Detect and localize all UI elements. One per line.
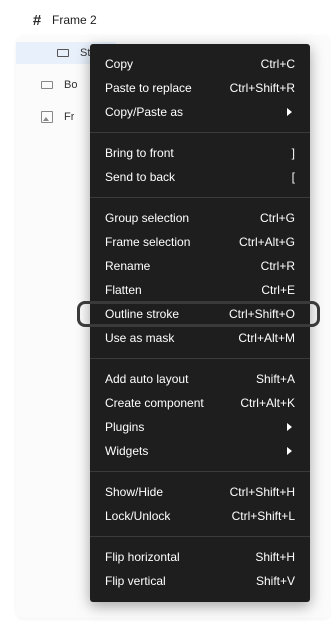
menu-group-clipboard: Copy Ctrl+C Paste to replace Ctrl+Shift+…: [90, 44, 310, 133]
menu-item-label: Widgets: [105, 444, 149, 458]
menu-item-add-auto-layout[interactable]: Add auto layout Shift+A: [90, 367, 310, 391]
context-menu: Copy Ctrl+C Paste to replace Ctrl+Shift+…: [77, 44, 320, 602]
menu-group-visibility: Show/Hide Ctrl+Shift+H Lock/Unlock Ctrl+…: [90, 472, 310, 537]
menu-item-shortcut: Ctrl+E: [261, 283, 295, 297]
submenu-arrow-icon: [287, 447, 292, 455]
menu-item-flip-vertical[interactable]: Flip vertical Shift+V: [90, 569, 310, 593]
menu-item-shortcut: Ctrl+Alt+M: [238, 331, 295, 345]
menu-group-flip: Flip horizontal Shift+H Flip vertical Sh…: [90, 537, 310, 601]
menu-item-label: Send to back: [105, 170, 176, 184]
frame-title: Frame 2: [52, 13, 97, 27]
menu-item-label: Copy: [105, 57, 134, 71]
menu-item-frame-selection[interactable]: Frame selection Ctrl+Alt+G: [90, 230, 310, 254]
menu-item-copy-paste-as[interactable]: Copy/Paste as: [90, 100, 310, 124]
menu-item-lock-unlock[interactable]: Lock/Unlock Ctrl+Shift+L: [90, 504, 310, 528]
menu-item-paste-to-replace[interactable]: Paste to replace Ctrl+Shift+R: [90, 76, 310, 100]
menu-item-label: Flatten: [105, 283, 142, 297]
layer-label: St: [80, 47, 91, 59]
menu-group-components: Add auto layout Shift+A Create component…: [90, 359, 310, 472]
menu-item-shortcut: [: [291, 170, 295, 184]
menu-item-label: Create component: [105, 396, 204, 410]
menu-group-order: Bring to front ] Send to back [: [90, 133, 310, 198]
menu-item-use-as-mask[interactable]: Use as mask Ctrl+Alt+M: [90, 326, 310, 350]
menu-item-shortcut: Shift+H: [255, 550, 295, 564]
menu-item-widgets[interactable]: Widgets: [90, 439, 310, 463]
menu-item-copy[interactable]: Copy Ctrl+C: [90, 52, 310, 76]
menu-item-label: Bring to front: [105, 146, 174, 160]
menu-item-shortcut: Ctrl+C: [260, 57, 295, 71]
menu-item-create-component[interactable]: Create component Ctrl+Alt+K: [90, 391, 310, 415]
menu-item-shortcut: ]: [291, 146, 295, 160]
menu-item-label: Lock/Unlock: [105, 509, 171, 523]
menu-item-shortcut: Ctrl+Shift+R: [229, 81, 295, 95]
submenu-arrow-icon: [287, 423, 292, 431]
rectangle-icon: [56, 46, 70, 60]
menu-group-selection: Group selection Ctrl+G Frame selection C…: [77, 198, 320, 359]
menu-item-label: Paste to replace: [105, 81, 192, 95]
menu-item-shortcut: Ctrl+Shift+H: [229, 485, 295, 499]
menu-item-outline-stroke[interactable]: Outline stroke Ctrl+Shift+O: [77, 301, 320, 327]
menu-item-shortcut: Shift+V: [255, 574, 295, 588]
menu-item-shortcut: Ctrl+G: [259, 211, 295, 225]
menu-item-shortcut: Ctrl+Shift+O: [228, 307, 295, 321]
menu-item-label: Add auto layout: [105, 372, 189, 386]
menu-item-label: Flip vertical: [105, 574, 166, 588]
menu-item-label: Rename: [105, 259, 151, 273]
image-icon: [40, 110, 54, 124]
menu-item-bring-to-front[interactable]: Bring to front ]: [90, 141, 310, 165]
rectangle-icon: [40, 78, 54, 92]
menu-item-shortcut: Ctrl+R: [260, 259, 295, 273]
menu-item-group-selection[interactable]: Group selection Ctrl+G: [90, 206, 310, 230]
menu-item-flatten[interactable]: Flatten Ctrl+E: [90, 278, 310, 302]
menu-item-shortcut: Shift+A: [255, 372, 295, 386]
layer-label: Fr: [64, 111, 75, 123]
menu-item-label: Show/Hide: [105, 485, 164, 499]
layer-label: Bo: [64, 79, 78, 91]
menu-item-plugins[interactable]: Plugins: [90, 415, 310, 439]
menu-item-shortcut: Ctrl+Shift+L: [231, 509, 295, 523]
menu-item-label: Copy/Paste as: [105, 105, 184, 119]
submenu-arrow-icon: [287, 108, 292, 116]
menu-item-label: Use as mask: [105, 331, 175, 345]
menu-item-flip-horizontal[interactable]: Flip horizontal Shift+H: [90, 545, 310, 569]
menu-item-rename[interactable]: Rename Ctrl+R: [90, 254, 310, 278]
menu-item-send-to-back[interactable]: Send to back [: [90, 165, 310, 189]
menu-item-label: Group selection: [105, 211, 190, 225]
menu-item-shortcut: Ctrl+Alt+G: [238, 235, 295, 249]
menu-item-label: Plugins: [105, 420, 145, 434]
menu-item-label: Outline stroke: [105, 307, 180, 321]
frame-layer-row[interactable]: # Frame 2: [30, 10, 97, 30]
menu-item-shortcut: Ctrl+Alt+K: [240, 396, 295, 410]
menu-item-label: Flip horizontal: [105, 550, 180, 564]
hash-icon: #: [32, 11, 42, 29]
menu-item-show-hide[interactable]: Show/Hide Ctrl+Shift+H: [90, 480, 310, 504]
menu-item-label: Frame selection: [105, 235, 191, 249]
